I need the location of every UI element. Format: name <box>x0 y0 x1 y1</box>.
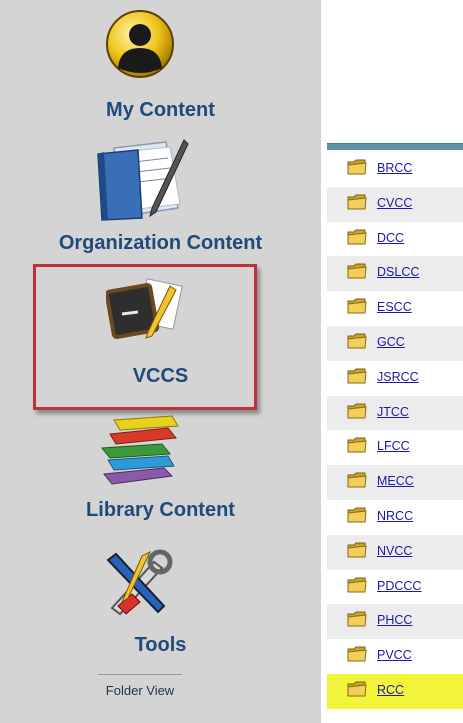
folder-row: BRCC <box>327 152 463 187</box>
folder-row: PHCC <box>327 604 463 640</box>
nav-label-tools: Tools <box>134 634 187 656</box>
left-nav-panel: My Content Organization Content VCCS Lib… <box>0 0 321 723</box>
user-silhouette-icon <box>106 10 174 78</box>
folder-row: DSLCC <box>327 256 463 292</box>
folder-icon <box>347 298 367 314</box>
folder-link[interactable]: JTCC <box>377 405 409 419</box>
chalkboard-icon <box>106 278 183 339</box>
folder-link[interactable]: PHCC <box>377 613 412 627</box>
folder-row: NRCC <box>327 500 463 535</box>
folder-link[interactable]: NRCC <box>377 509 413 523</box>
folder-row: PVCC <box>327 639 463 674</box>
folder-row: JTCC <box>327 395 463 431</box>
folder-link[interactable]: DCC <box>377 231 404 245</box>
nav-item-vccs[interactable]: VCCS <box>0 268 321 408</box>
nav-item-organization-content[interactable]: Organization Content <box>0 128 321 258</box>
folder-icon <box>347 263 367 279</box>
folder-icon <box>347 437 367 453</box>
folder-icon <box>347 646 367 662</box>
folder-link[interactable]: CVCC <box>377 196 412 210</box>
folder-icon <box>347 229 367 245</box>
folder-row: MECC <box>327 465 463 500</box>
folder-icon <box>347 333 367 349</box>
folder-icon <box>347 472 367 488</box>
folder-icon <box>347 507 367 523</box>
nav-divider <box>98 674 182 675</box>
folder-row: JSRCC <box>327 361 463 396</box>
folder-row: DCC <box>327 222 463 257</box>
nav-item-my-content[interactable]: My Content <box>0 0 321 128</box>
folder-link[interactable]: GCC <box>377 335 405 349</box>
nav-label-library-content: Library Content <box>86 499 235 521</box>
folder-row: RCC <box>327 673 463 709</box>
folder-link[interactable]: LFCC <box>377 439 410 453</box>
folder-list-header <box>327 143 463 150</box>
folder-row: CVCC <box>327 186 463 222</box>
folder-list: BRCC CVCC DCC DSLCC ESCC GCC JSRCC JTCC LFCC MECC… <box>327 152 463 709</box>
folder-icon <box>347 194 367 210</box>
tools-icon <box>106 549 173 616</box>
folder-link[interactable]: ESCC <box>377 300 412 314</box>
folder-row: PDCCC <box>327 570 463 605</box>
folder-link[interactable]: PDCCC <box>377 579 421 593</box>
folder-icon <box>347 611 367 627</box>
folder-row: GCC <box>327 325 463 361</box>
folder-icon <box>347 577 367 593</box>
folder-row: NVCC <box>327 534 463 570</box>
folder-link[interactable]: MECC <box>377 474 414 488</box>
folder-row: ESCC <box>327 291 463 326</box>
folder-link[interactable]: DSLCC <box>377 265 419 279</box>
nav-item-library-content[interactable]: Library Content <box>0 410 321 530</box>
nav-label-organization-content: Organization Content <box>58 232 263 254</box>
folder-link[interactable]: JSRCC <box>377 370 419 384</box>
folder-link[interactable]: NVCC <box>377 544 412 558</box>
folder-link[interactable]: RCC <box>377 683 404 697</box>
nav-label-my-content: My Content <box>106 99 215 121</box>
folder-icon <box>347 403 367 419</box>
folder-link[interactable]: BRCC <box>377 161 412 175</box>
folder-icon <box>347 542 367 558</box>
folder-row: LFCC <box>327 430 463 465</box>
nav-item-tools[interactable]: Tools <box>0 540 321 662</box>
folder-icon <box>347 368 367 384</box>
folder-icon <box>347 159 367 175</box>
nav-label-vccs: VCCS <box>132 365 189 387</box>
book-icon <box>97 139 189 221</box>
folder-icon <box>347 681 367 697</box>
folder-link[interactable]: PVCC <box>377 648 412 662</box>
book-stack-icon <box>101 415 179 485</box>
folder-view-link[interactable]: Folder View <box>0 683 280 698</box>
